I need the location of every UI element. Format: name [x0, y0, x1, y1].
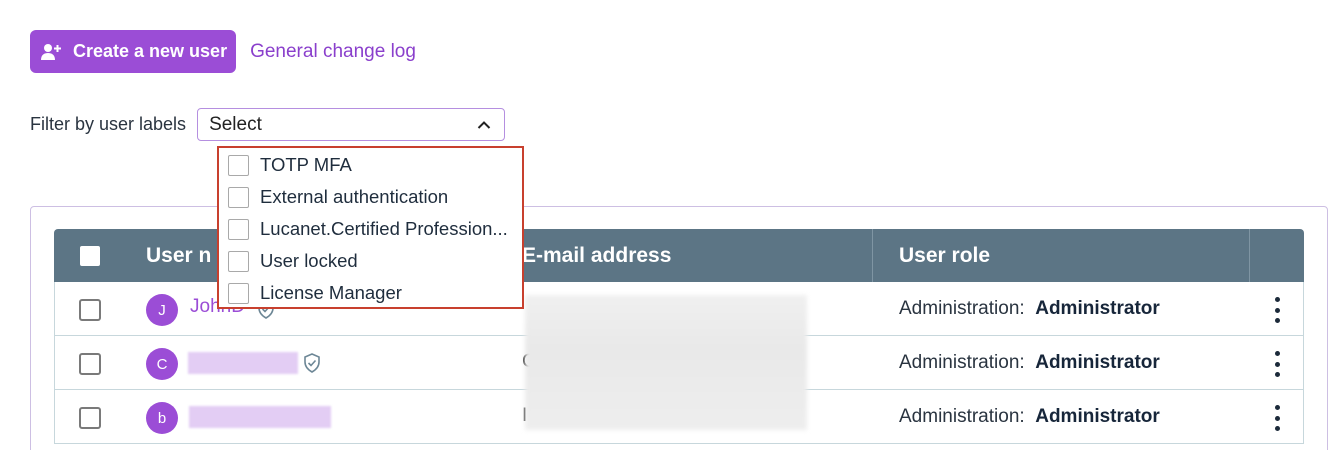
user-labels-select[interactable]: Select — [197, 108, 506, 141]
row-checkbox[interactable] — [79, 407, 101, 429]
select-value: Select — [209, 113, 262, 135]
dropdown-option[interactable]: Lucanet.Certified Profession... — [219, 213, 522, 245]
shield-icon — [303, 353, 323, 373]
option-checkbox[interactable] — [228, 282, 249, 304]
more-options-icon[interactable] — [1267, 403, 1287, 433]
row-checkbox[interactable] — [79, 353, 101, 375]
more-options-icon[interactable] — [1267, 349, 1287, 379]
avatar: J — [146, 294, 178, 326]
user-role: Administration: Administrator — [899, 406, 1160, 428]
column-divider — [1249, 229, 1250, 282]
option-label: TOTP MFA — [260, 154, 352, 175]
user-role: Administration: Administrator — [899, 298, 1160, 320]
dropdown-option[interactable]: User locked — [219, 245, 522, 277]
option-checkbox[interactable] — [228, 154, 249, 176]
avatar: C — [146, 348, 178, 380]
dropdown-option[interactable]: License Manager — [219, 277, 522, 309]
user-labels-dropdown: TOTP MFA External authentication Lucanet… — [217, 146, 524, 309]
column-user-name[interactable]: User n — [146, 229, 211, 282]
redacted-user-name — [189, 406, 331, 428]
role-prefix: Administration: — [899, 298, 1025, 319]
dropdown-option[interactable]: External authentication — [219, 181, 522, 213]
option-checkbox[interactable] — [228, 250, 249, 272]
role-prefix: Administration: — [899, 406, 1025, 427]
option-label: License Manager — [260, 282, 402, 303]
filter-row: Filter by user labels Select — [30, 108, 506, 141]
role-value: Administrator — [1035, 298, 1160, 319]
user-role: Administration: Administrator — [899, 352, 1160, 374]
create-user-label: Create a new user — [73, 41, 228, 61]
redacted-user-name — [188, 352, 298, 374]
create-user-button[interactable]: Create a new user — [30, 30, 237, 73]
option-label: Lucanet.Certified Profession... — [260, 218, 508, 239]
row-checkbox[interactable] — [79, 299, 101, 321]
option-checkbox[interactable] — [228, 186, 249, 208]
column-email[interactable]: E-mail address — [522, 229, 671, 282]
role-value: Administrator — [1035, 406, 1160, 427]
more-options-icon[interactable] — [1267, 295, 1287, 325]
avatar: b — [146, 402, 178, 434]
role-prefix: Administration: — [899, 352, 1025, 373]
dropdown-option[interactable]: TOTP MFA — [219, 149, 522, 181]
toolbar: Create a new user General change log — [30, 30, 416, 73]
column-divider — [872, 229, 873, 282]
chevron-up-icon — [476, 117, 492, 133]
filter-label: Filter by user labels — [30, 114, 187, 134]
general-change-log-link[interactable]: General change log — [250, 41, 416, 63]
column-user-role[interactable]: User role — [899, 229, 990, 282]
role-value: Administrator — [1035, 352, 1160, 373]
option-checkbox[interactable] — [228, 218, 249, 240]
option-label: External authentication — [260, 186, 449, 207]
option-label: User locked — [260, 250, 358, 271]
select-all-checkbox[interactable] — [80, 246, 100, 266]
add-user-icon — [40, 41, 62, 63]
redacted-email-area — [525, 295, 807, 430]
